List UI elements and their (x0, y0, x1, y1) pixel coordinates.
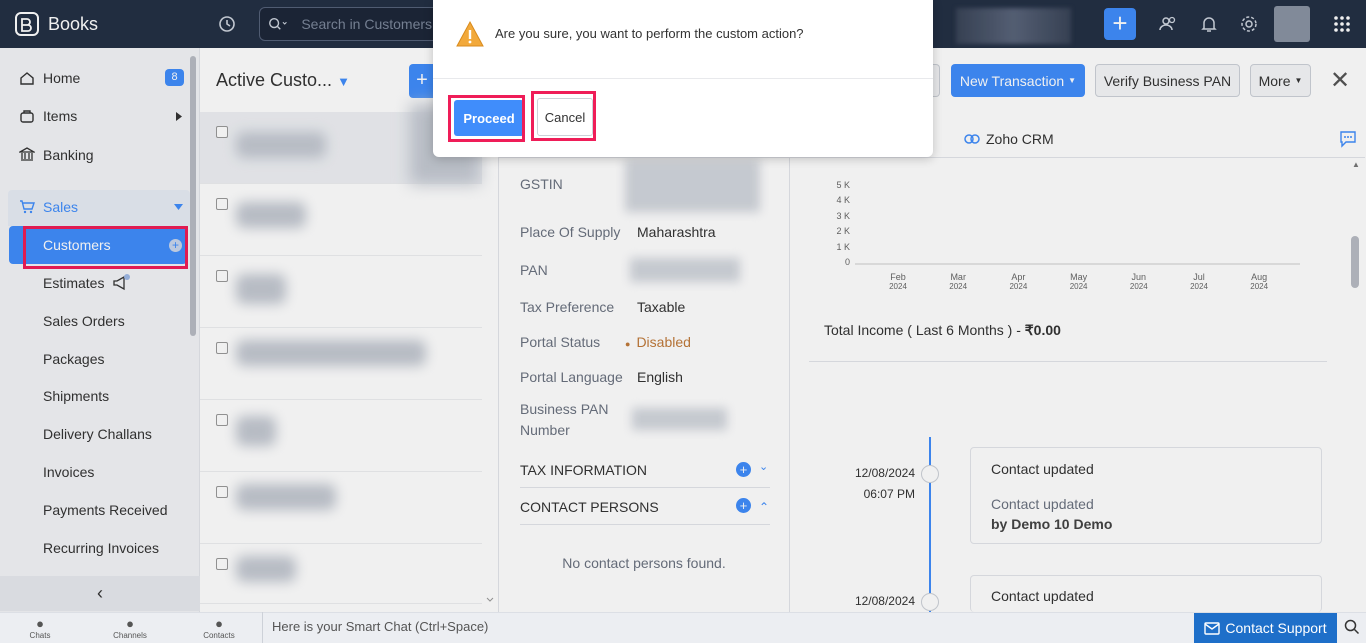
channels-button[interactable]: ● Channels (104, 616, 156, 640)
search-icon[interactable] (1344, 619, 1360, 635)
channels-label: Channels (113, 631, 147, 640)
smart-chat-input[interactable]: Here is your Smart Chat (Ctrl+Space) (262, 612, 1194, 643)
contact-support-button[interactable]: Contact Support (1194, 613, 1337, 643)
highlight-box-proceed (448, 95, 525, 142)
chats-button[interactable]: ● Chats (14, 616, 66, 640)
chat-bubble-icon: ● (36, 616, 44, 631)
chats-label: Chats (29, 631, 51, 640)
contact-support-label: Contact Support (1225, 620, 1327, 636)
mail-icon (1204, 621, 1221, 635)
contact-person-icon: ● (215, 616, 223, 631)
warning-icon (456, 20, 484, 47)
dialog-message: Are you sure, you want to perform the cu… (495, 26, 804, 41)
highlight-box-cancel (531, 91, 596, 141)
contacts-label: Contacts (203, 631, 235, 640)
dialog-divider (433, 78, 933, 79)
smart-chat-placeholder: Here is your Smart Chat (Ctrl+Space) (272, 619, 489, 634)
channels-group-icon: ● (126, 616, 134, 631)
contacts-button[interactable]: ● Contacts (193, 616, 245, 640)
